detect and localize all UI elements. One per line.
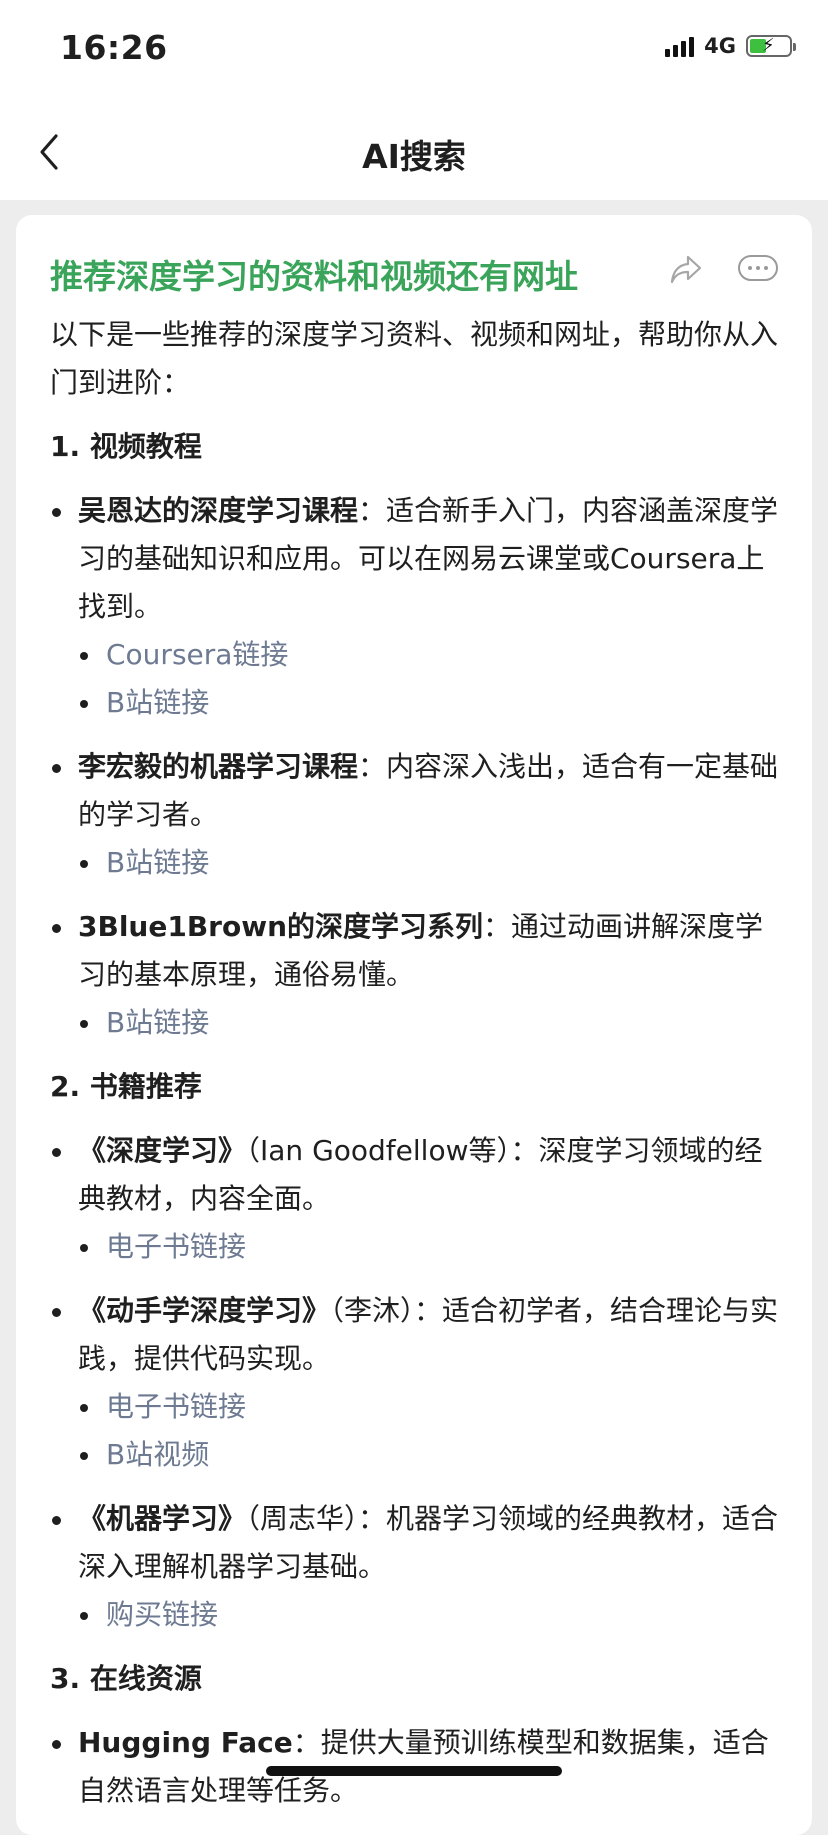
nav-bar: AI搜索: [0, 100, 828, 200]
status-indicators: 4G ⚡: [665, 34, 796, 58]
status-time: 16:26: [60, 28, 168, 67]
item-name: Hugging Face: [78, 1726, 293, 1759]
link-ebook[interactable]: 电子书链接: [50, 1223, 790, 1271]
item-name: 吴恩达的深度学习课程: [78, 494, 359, 527]
section-heading: 1. 视频教程: [50, 430, 202, 463]
item-name: 3Blue1Brown的深度学习系列: [78, 910, 484, 943]
link-bilibili[interactable]: B站链接: [50, 839, 790, 887]
home-indicator[interactable]: [266, 1766, 562, 1776]
page-title: AI搜索: [362, 137, 466, 176]
section-heading: 3. 在线资源: [50, 1662, 202, 1695]
signal-icon: [665, 35, 695, 57]
list-item: 《深度学习》（Ian Goodfellow等）：深度学习领域的经典教材，内容全面…: [50, 1127, 790, 1223]
list-item: 《动手学深度学习》（李沐）：适合初学者，结合理论与实践，提供代码实现。: [50, 1287, 790, 1383]
battery-icon: ⚡: [746, 35, 796, 57]
question-title: 推荐深度学习的资料和视频还有网址: [50, 257, 578, 296]
network-label: 4G: [704, 34, 736, 58]
list-item: 《机器学习》（周志华）：机器学习领域的经典教材，适合深入理解机器学习基础。: [50, 1495, 790, 1591]
item-name: 《深度学习》: [78, 1134, 247, 1167]
item-name: 《机器学习》: [78, 1502, 247, 1535]
answer-content: 推荐深度学习的资料和视频还有网址 以下是一些推荐的深度学习资料、视频和网址，帮助…: [50, 249, 790, 1815]
list-item: 3Blue1Brown的深度学习系列：通过动画讲解深度学习的基本原理，通俗易懂。: [50, 903, 790, 999]
link-bilibili[interactable]: B站链接: [50, 679, 790, 727]
list-item: 李宏毅的机器学习课程：内容深入浅出，适合有一定基础的学习者。: [50, 743, 790, 839]
link-coursera[interactable]: Coursera链接: [50, 631, 790, 679]
item-name: 《动手学深度学习》: [78, 1294, 331, 1327]
status-bar: 16:26 4G ⚡: [0, 0, 828, 100]
link-bilibili-video[interactable]: B站视频: [50, 1431, 790, 1479]
intro-text: 以下是一些推荐的深度学习资料、视频和网址，帮助你从入门到进阶：: [50, 318, 779, 399]
section-heading: 2. 书籍推荐: [50, 1070, 202, 1103]
answer-card: 推荐深度学习的资料和视频还有网址 以下是一些推荐的深度学习资料、视频和网址，帮助…: [16, 215, 812, 1835]
item-name: 李宏毅的机器学习课程: [78, 750, 359, 783]
link-bilibili[interactable]: B站链接: [50, 999, 790, 1047]
list-item: 吴恩达的深度学习课程：适合新手入门，内容涵盖深度学习的基础知识和应用。可以在网易…: [50, 487, 790, 631]
link-ebook[interactable]: 电子书链接: [50, 1383, 790, 1431]
link-purchase[interactable]: 购买链接: [50, 1591, 790, 1639]
